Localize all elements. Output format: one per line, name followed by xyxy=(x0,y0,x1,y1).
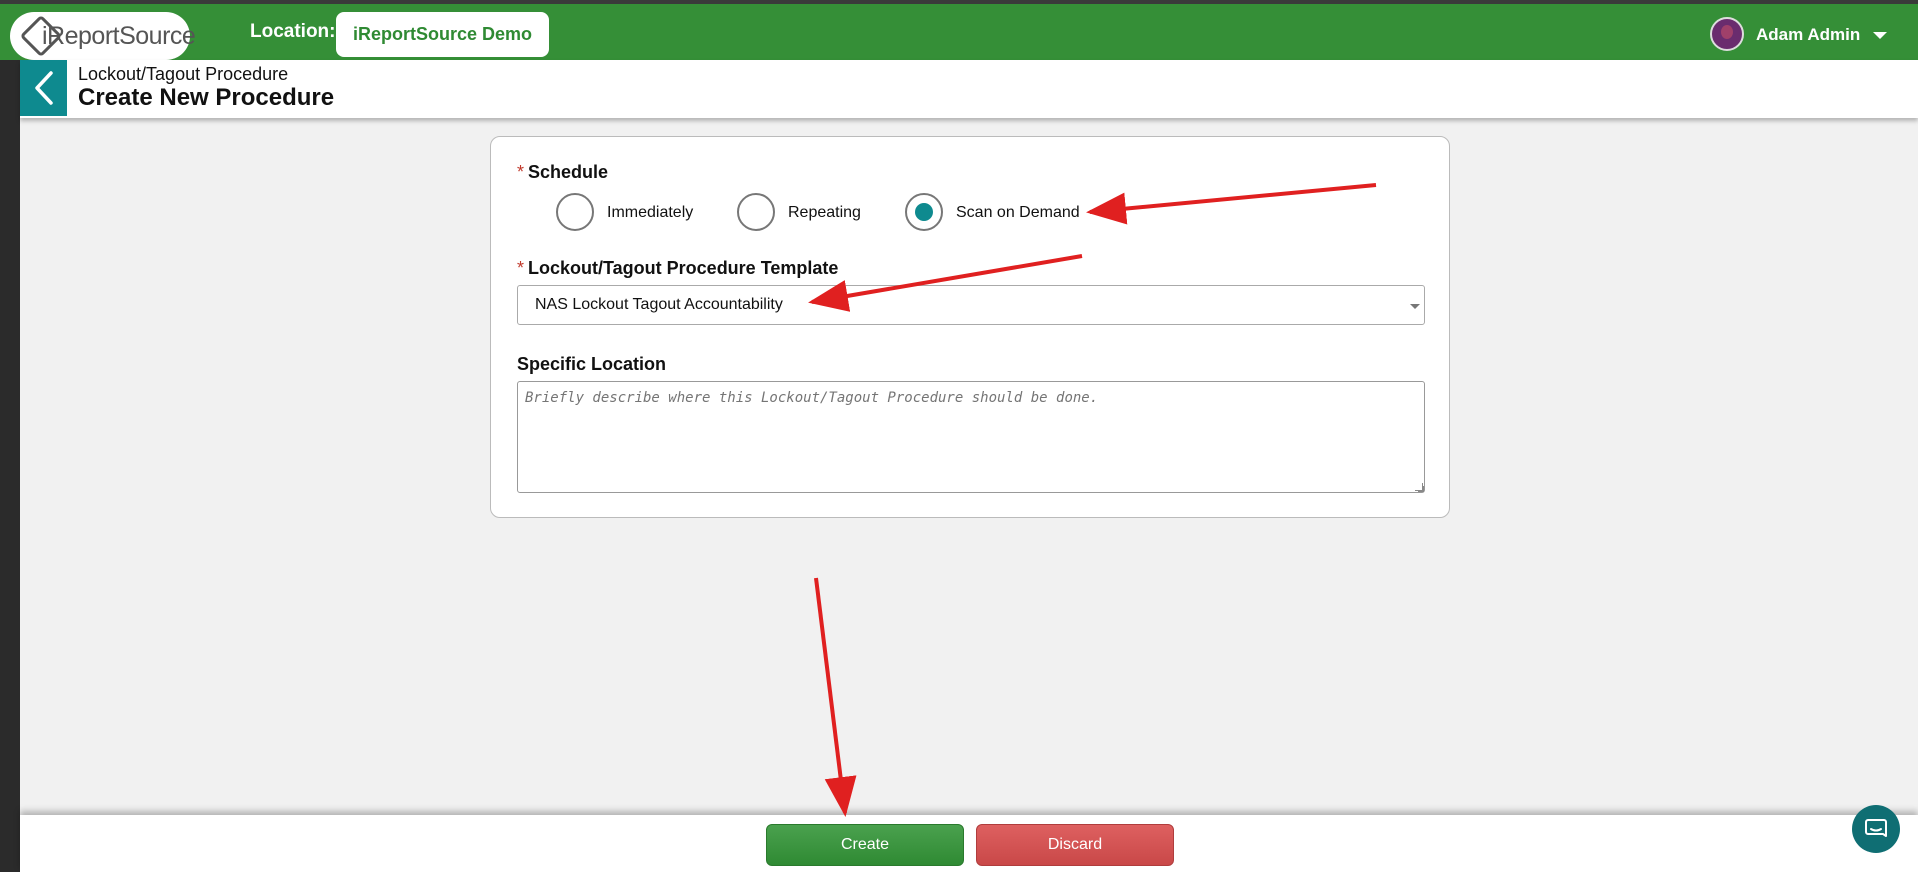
logo-text: iReportSource xyxy=(42,21,196,50)
app-logo[interactable]: iReportSource xyxy=(10,12,196,60)
template-label-text: Lockout/Tagout Procedure Template xyxy=(528,258,839,278)
window-left-edge xyxy=(0,0,20,872)
resize-grip-icon[interactable] xyxy=(1415,483,1424,492)
breadcrumb[interactable]: Lockout/Tagout Procedure xyxy=(78,64,288,85)
page-header: Lockout/Tagout Procedure Create New Proc… xyxy=(20,60,1918,118)
chevron-down-icon[interactable] xyxy=(1873,32,1887,39)
radio-repeating[interactable] xyxy=(737,193,775,231)
discard-button[interactable]: Discard xyxy=(976,824,1174,866)
required-asterisk: * xyxy=(517,162,525,182)
chat-button[interactable] xyxy=(1852,805,1900,853)
specific-location-label: Specific Location xyxy=(517,354,667,374)
back-button[interactable] xyxy=(20,60,67,116)
location-label: Location: xyxy=(250,21,336,42)
template-select-value: NAS Lockout Tagout Accountability xyxy=(535,296,783,313)
chat-icon xyxy=(1865,819,1887,837)
template-label: * Lockout/Tagout Procedure Template xyxy=(517,258,838,279)
procedure-form-card: * Schedule Immediately Repeating Scan on … xyxy=(490,136,1450,518)
schedule-label-text: Schedule xyxy=(528,162,609,182)
radio-label-scan-on-demand[interactable]: Scan on Demand xyxy=(956,204,1080,222)
user-name[interactable]: Adam Admin xyxy=(1756,25,1860,45)
top-navbar: iReportSource Location: iReportSource De… xyxy=(0,0,1918,60)
chevron-left-icon xyxy=(34,71,53,105)
annotation-arrow-create xyxy=(814,577,857,817)
radio-label-immediately[interactable]: Immediately xyxy=(607,204,693,222)
required-asterisk: * xyxy=(517,258,525,278)
form-footer: Create Discard xyxy=(20,815,1918,872)
specific-location-input[interactable] xyxy=(517,381,1425,493)
radio-immediately[interactable] xyxy=(556,193,594,231)
radio-label-repeating[interactable]: Repeating xyxy=(788,204,861,222)
chevron-down-icon xyxy=(1410,304,1420,309)
page-title: Create New Procedure xyxy=(78,84,335,111)
radio-scan-on-demand[interactable] xyxy=(905,193,943,231)
location-selector[interactable]: iReportSource Demo xyxy=(336,12,550,57)
template-select[interactable]: NAS Lockout Tagout Accountability xyxy=(517,285,1425,325)
avatar[interactable] xyxy=(1710,17,1744,51)
create-button[interactable]: Create xyxy=(766,824,964,866)
schedule-label: * Schedule xyxy=(517,162,608,183)
